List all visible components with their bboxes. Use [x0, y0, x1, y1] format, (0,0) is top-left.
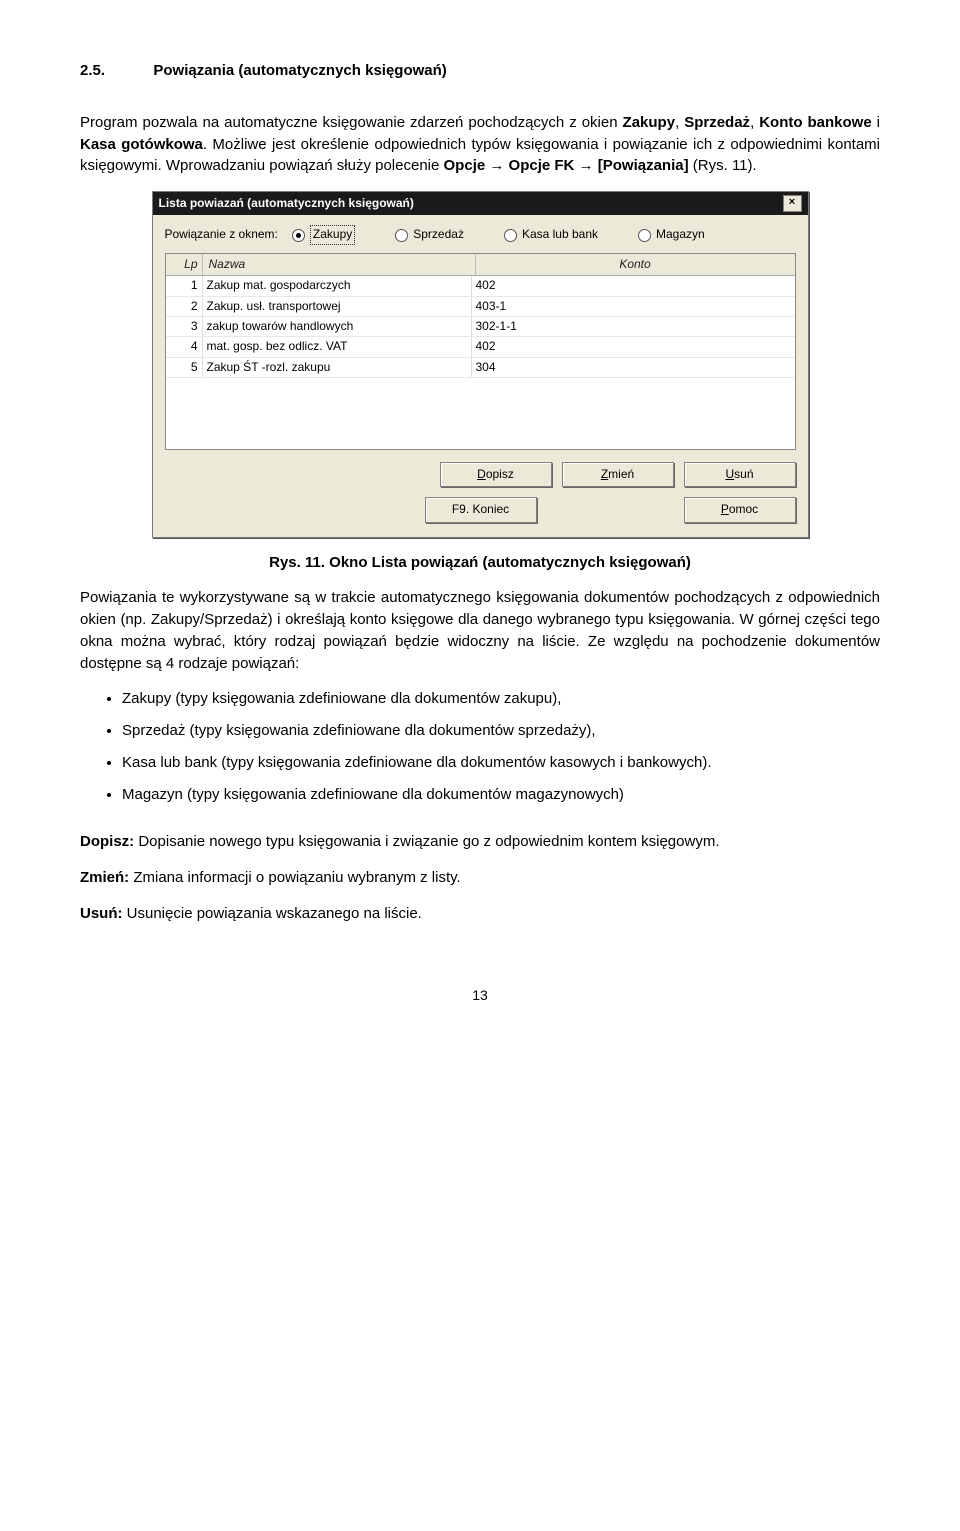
- definition-usun: Usuń: Usunięcie powiązania wskazanego na…: [80, 903, 880, 925]
- bullet-list: Zakupy (typy księgowania zdefiniowane dl…: [80, 688, 880, 805]
- col-lp: Lp: [166, 254, 203, 275]
- dialog-window: Lista powiazań (automatycznych księgowań…: [152, 191, 809, 538]
- table-row[interactable]: 4mat. gosp. bez odlicz. VAT402: [166, 337, 795, 357]
- table-row[interactable]: 1Zakup mat. gospodarczych402: [166, 276, 795, 296]
- table-row[interactable]: 2Zakup. usł. transportowej403-1: [166, 297, 795, 317]
- intro-paragraph: Program pozwala na automatyczne księgowa…: [80, 112, 880, 177]
- section-heading: 2.5. Powiązania (automatycznych księgowa…: [80, 60, 880, 82]
- radio-kasa-bank[interactable]: Kasa lub bank: [504, 225, 598, 244]
- page-number: 13: [80, 985, 880, 1005]
- close-icon[interactable]: ×: [783, 195, 802, 212]
- table-row[interactable]: 3zakup towarów handlowych302-1-1: [166, 317, 795, 337]
- list-item: Kasa lub bank (typy księgowania zdefinio…: [122, 752, 880, 774]
- data-grid[interactable]: Lp Nazwa Konto 1Zakup mat. gospodarczych…: [165, 253, 796, 450]
- radio-row: Powiązanie z oknem: Zakupy Sprzedaż Kasa…: [153, 215, 808, 252]
- radio-label: Powiązanie z oknem:: [165, 226, 278, 243]
- koniec-button[interactable]: F9. Koniec: [425, 497, 537, 522]
- definition-zmien: Zmień: Zmiana informacji o powiązaniu wy…: [80, 867, 880, 889]
- radio-sprzedaz[interactable]: Sprzedaż: [395, 225, 464, 244]
- dopisz-button[interactable]: Dopisz: [440, 462, 552, 487]
- list-item: Zakupy (typy księgowania zdefiniowane dl…: [122, 688, 880, 710]
- col-name: Nazwa: [203, 254, 476, 275]
- dialog-title: Lista powiazań (automatycznych księgowań…: [159, 195, 414, 212]
- grid-header: Lp Nazwa Konto: [166, 254, 795, 276]
- radio-zakupy[interactable]: Zakupy: [292, 225, 355, 244]
- definition-dopisz: Dopisz: Dopisanie nowego typu księgowani…: [80, 831, 880, 853]
- list-item: Sprzedaż (typy księgowania zdefiniowane …: [122, 720, 880, 742]
- list-item: Magazyn (typy księgowania zdefiniowane d…: [122, 784, 880, 806]
- usun-button[interactable]: Usuń: [684, 462, 796, 487]
- pomoc-button[interactable]: Pomoc: [684, 497, 796, 522]
- section-number: 2.5.: [80, 62, 105, 79]
- figure-caption: Rys. 11. Okno Lista powiązań (automatycz…: [80, 552, 880, 574]
- radio-magazyn[interactable]: Magazyn: [638, 225, 705, 244]
- dialog-titlebar: Lista powiazań (automatycznych księgowań…: [153, 192, 808, 215]
- table-row[interactable]: 5Zakup ŚT -rozl. zakupu304: [166, 358, 795, 378]
- section-title: Powiązania (automatycznych księgowań): [153, 62, 446, 79]
- body-paragraph: Powiązania te wykorzystywane są w trakci…: [80, 587, 880, 674]
- col-konto: Konto: [476, 254, 795, 275]
- button-row-2: F9. Koniec Pomoc: [153, 491, 808, 536]
- button-row-1: Dopisz Zmień Usuń: [153, 450, 808, 491]
- zmien-button[interactable]: Zmień: [562, 462, 674, 487]
